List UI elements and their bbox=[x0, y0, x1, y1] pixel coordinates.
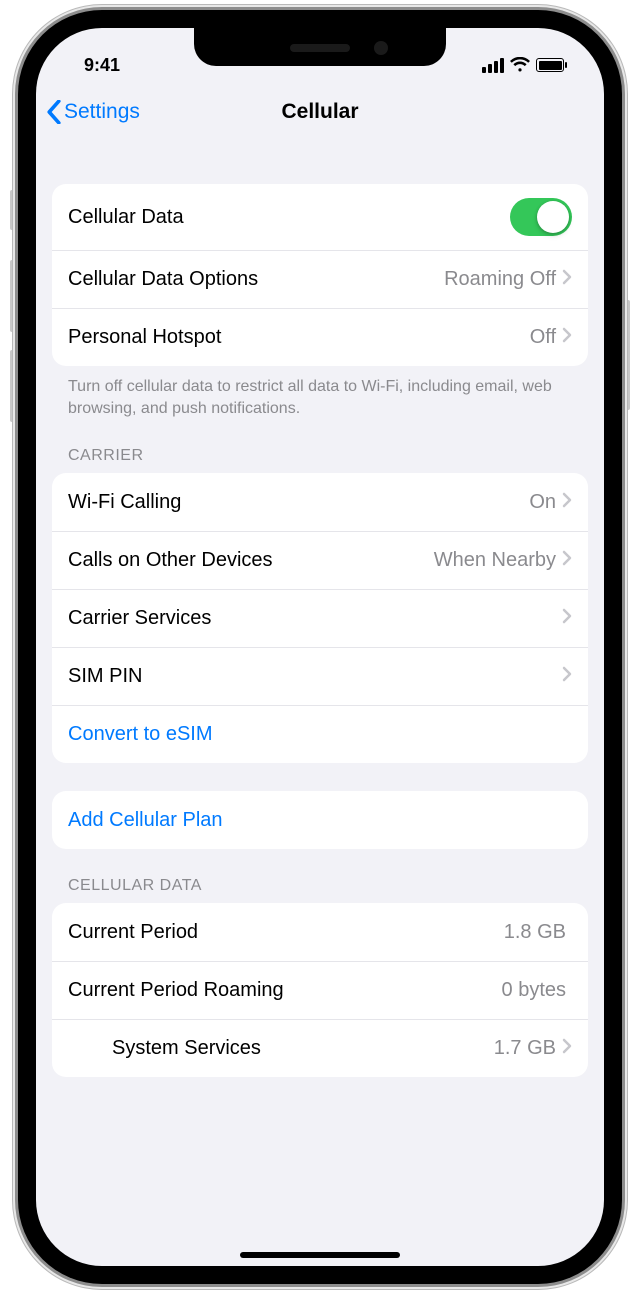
volume-down-button bbox=[10, 350, 16, 422]
carrier-services-label: Carrier Services bbox=[68, 607, 562, 630]
side-button bbox=[624, 300, 630, 410]
cellular-data-options-row[interactable]: Cellular Data Options Roaming Off bbox=[52, 250, 588, 308]
chevron-right-icon bbox=[562, 268, 572, 291]
system-services-value: 1.7 GB bbox=[494, 1037, 556, 1060]
battery-icon bbox=[536, 58, 564, 72]
add-cellular-plan-label: Add Cellular Plan bbox=[68, 809, 572, 832]
current-period-roaming-row: Current Period Roaming 0 bytes bbox=[52, 961, 588, 1019]
iphone-frame: 9:41 Settings Cellular bbox=[18, 10, 622, 1284]
cellular-data-label: Cellular Data bbox=[68, 206, 510, 229]
cellular-data-usage-header: Cellular Data bbox=[52, 877, 588, 903]
calls-other-devices-label: Calls on Other Devices bbox=[68, 549, 434, 572]
personal-hotspot-value: Off bbox=[530, 326, 556, 349]
personal-hotspot-label: Personal Hotspot bbox=[68, 326, 530, 349]
home-indicator[interactable] bbox=[240, 1252, 400, 1258]
sim-pin-row[interactable]: SIM PIN bbox=[52, 647, 588, 705]
nav-bar: Settings Cellular bbox=[36, 84, 604, 140]
cellular-data-options-value: Roaming Off bbox=[444, 268, 556, 291]
mute-switch bbox=[10, 190, 16, 230]
current-period-value: 1.8 GB bbox=[504, 921, 566, 944]
carrier-header: Carrier bbox=[52, 447, 588, 473]
chevron-right-icon bbox=[562, 665, 572, 688]
wifi-calling-value: On bbox=[529, 491, 556, 514]
calls-other-devices-value: When Nearby bbox=[434, 549, 556, 572]
wifi-icon bbox=[510, 57, 530, 73]
chevron-right-icon bbox=[562, 491, 572, 514]
back-button[interactable]: Settings bbox=[46, 100, 140, 124]
add-cellular-plan-row[interactable]: Add Cellular Plan bbox=[52, 791, 588, 849]
chevron-left-icon bbox=[46, 100, 62, 124]
current-period-label: Current Period bbox=[68, 921, 504, 944]
system-services-row[interactable]: System Services 1.7 GB bbox=[52, 1019, 588, 1077]
cellular-data-row[interactable]: Cellular Data bbox=[52, 184, 588, 250]
current-period-roaming-value: 0 bytes bbox=[502, 979, 566, 1002]
current-period-row: Current Period 1.8 GB bbox=[52, 903, 588, 961]
cellular-data-toggle[interactable] bbox=[510, 198, 572, 236]
chevron-right-icon bbox=[562, 326, 572, 349]
personal-hotspot-row[interactable]: Personal Hotspot Off bbox=[52, 308, 588, 366]
convert-to-esim-row[interactable]: Convert to eSIM bbox=[52, 705, 588, 763]
system-services-label: System Services bbox=[112, 1037, 494, 1060]
current-period-roaming-label: Current Period Roaming bbox=[68, 979, 502, 1002]
chevron-right-icon bbox=[562, 607, 572, 630]
wifi-calling-row[interactable]: Wi-Fi Calling On bbox=[52, 473, 588, 531]
notch bbox=[194, 28, 446, 66]
calls-other-devices-row[interactable]: Calls on Other Devices When Nearby bbox=[52, 531, 588, 589]
status-time: 9:41 bbox=[66, 55, 120, 76]
chevron-right-icon bbox=[562, 549, 572, 572]
wifi-calling-label: Wi-Fi Calling bbox=[68, 491, 529, 514]
sim-pin-label: SIM PIN bbox=[68, 665, 562, 688]
carrier-services-row[interactable]: Carrier Services bbox=[52, 589, 588, 647]
volume-up-button bbox=[10, 260, 16, 332]
settings-content[interactable]: Cellular Data Cellular Data Options Roam… bbox=[36, 140, 604, 1266]
chevron-right-icon bbox=[562, 1037, 572, 1060]
screen: 9:41 Settings Cellular bbox=[36, 28, 604, 1266]
cellular-data-options-label: Cellular Data Options bbox=[68, 268, 444, 291]
back-label: Settings bbox=[64, 100, 140, 124]
convert-to-esim-label: Convert to eSIM bbox=[68, 723, 572, 746]
section1-footer: Turn off cellular data to restrict all d… bbox=[52, 366, 588, 419]
cellular-signal-icon bbox=[482, 58, 504, 73]
